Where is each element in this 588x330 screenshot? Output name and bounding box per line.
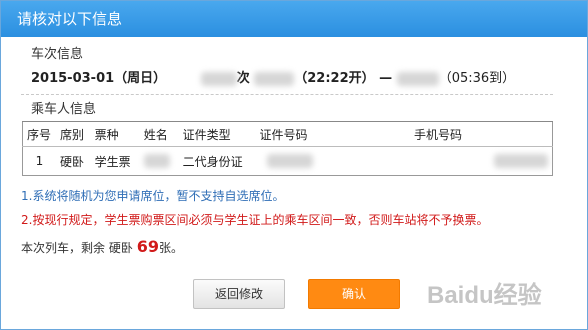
col-header: 姓名: [139, 121, 179, 147]
train-weekday: （周日）: [114, 71, 167, 86]
col-header: 证件类型: [178, 121, 256, 147]
passenger-section-title: 乘车人信息: [31, 102, 97, 117]
section-divider: [21, 94, 553, 95]
redacted-origin-station: [254, 71, 295, 86]
dialog-title: 请核对以下信息: [1, 1, 587, 37]
train-section-title: 车次信息: [31, 47, 84, 62]
cell-ticket-type: 学生票: [90, 146, 140, 176]
watermark-logo: Baidu经验: [427, 282, 542, 309]
note-random-seat: 1.系统将随机为您申请席位，暂不支持自选席位。: [21, 189, 285, 203]
redacted-train-number: [200, 71, 237, 86]
depart-time: （22:22开）: [294, 71, 375, 86]
route-arrow: —: [379, 71, 393, 86]
remain-prefix: 本次列车，剩余: [21, 241, 106, 255]
passenger-table: 序号 席别 票种 姓名 证件类型 证件号码 手机号码 1 硬卧 学生票 二代身份…: [22, 121, 553, 176]
cell-id-number: [255, 146, 410, 176]
cell-phone: [410, 146, 553, 176]
arrive-time: （05:36到）: [438, 71, 516, 86]
note-student-ticket: 2.按现行规定，学生票购票区间必须与学生证上的乘车区间一致，否则车站将不予换票。: [21, 213, 489, 227]
cell-index: 1: [22, 146, 56, 176]
remain-count: 69: [136, 237, 159, 256]
cell-name: [139, 146, 179, 176]
cell-id-type: 二代身份证: [178, 146, 256, 176]
train-info: 2015-03-01（周日） 次 （22:22开） — （05:36到）: [31, 67, 515, 86]
redacted-name: [143, 154, 170, 169]
table-header-row: 序号 席别 票种 姓名 证件类型 证件号码 手机号码: [22, 121, 553, 147]
col-header: 手机号码: [410, 121, 553, 147]
remain-unit: 张。: [158, 241, 183, 255]
redacted-id-number: [267, 154, 314, 169]
back-button[interactable]: 返回修改: [193, 279, 285, 309]
confirm-button[interactable]: 确认: [308, 279, 400, 309]
cell-seat: 硬卧: [55, 146, 91, 176]
remaining-tickets: 本次列车，剩余 硬卧 69张。: [21, 237, 183, 256]
col-header: 票种: [90, 121, 140, 147]
remain-seat: 硬卧: [108, 241, 133, 255]
col-header: 证件号码: [255, 121, 410, 147]
redacted-destination-station: [396, 71, 439, 86]
train-suffix: 次: [236, 71, 250, 86]
col-header: 席别: [55, 121, 91, 147]
table-row: 1 硬卧 学生票 二代身份证: [22, 146, 553, 176]
redacted-phone: [494, 154, 548, 169]
col-header: 序号: [22, 121, 56, 147]
confirm-dialog: 请核对以下信息 车次信息 2015-03-01（周日） 次 （22:22开） —…: [0, 0, 588, 330]
train-date: 2015-03-01: [31, 71, 115, 86]
